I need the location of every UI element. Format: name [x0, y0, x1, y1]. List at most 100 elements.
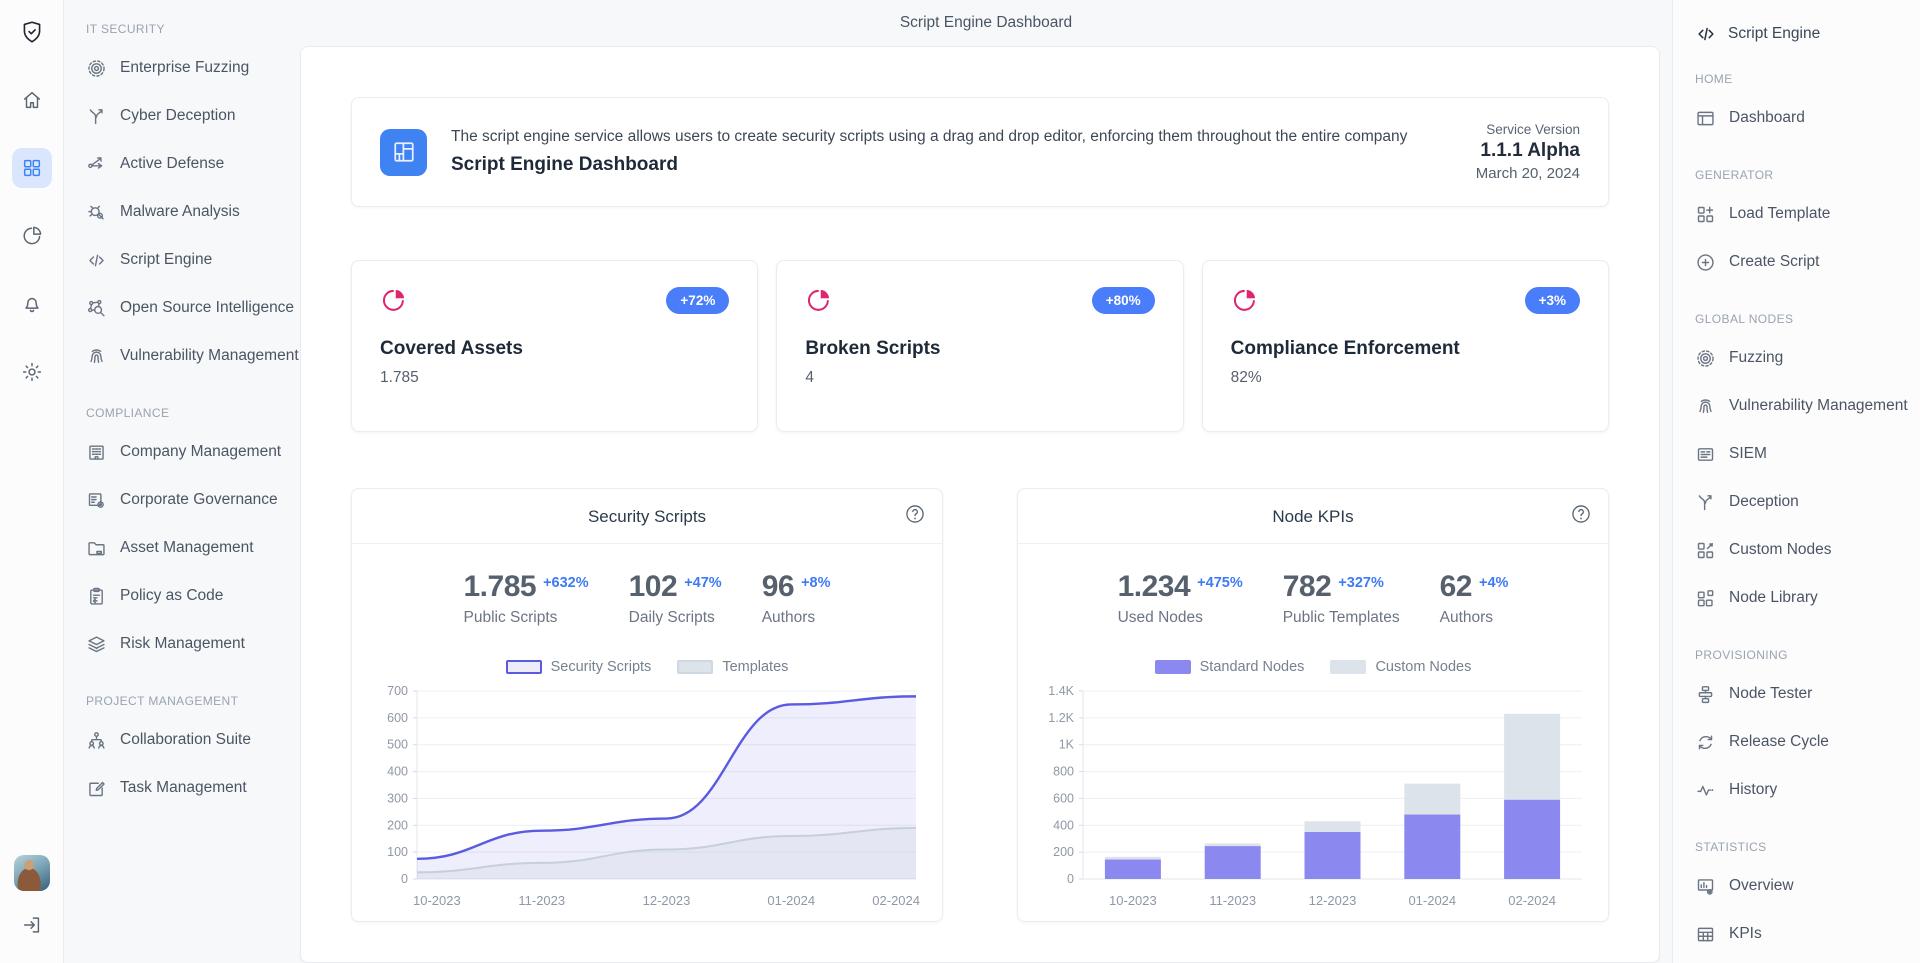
sidebar-item-label: Malware Analysis [120, 203, 240, 221]
user-avatar[interactable] [14, 855, 50, 891]
svg-text:1.2K: 1.2K [1048, 711, 1074, 725]
rail-settings-button[interactable] [12, 352, 52, 392]
svg-text:01-2024: 01-2024 [1408, 893, 1456, 908]
sidebar-item-task-management[interactable]: Task Management [86, 764, 290, 812]
charts-row: Security Scripts1.785+632%Public Scripts… [351, 488, 1609, 922]
stat-card: +80%Broken Scripts4 [776, 260, 1183, 432]
info-title: Script Engine Dashboard [451, 154, 1452, 176]
sidebar-item-script-engine[interactable]: Script Engine [86, 236, 290, 284]
sidebar-item-open-source-intelligence[interactable]: Open Source Intelligence [86, 284, 290, 332]
chart-stat: 782+327%Public Templates [1283, 570, 1400, 627]
svg-text:200: 200 [1053, 845, 1074, 859]
bug-search-icon [86, 202, 107, 223]
rail-logo-button[interactable] [12, 12, 52, 52]
clipboard-icon [86, 586, 107, 607]
rightbar-item-overview[interactable]: Overview [1695, 862, 1912, 910]
grid-icon [21, 157, 43, 179]
stat-badge: +72% [666, 287, 729, 314]
sidebar-item-active-defense[interactable]: Active Defense [86, 140, 290, 188]
rightbar-item-label: Deception [1729, 493, 1799, 511]
rightbar-item-node-tester[interactable]: Node Tester [1695, 670, 1912, 718]
grid-edit-icon [1695, 540, 1716, 561]
branch-icon [1695, 492, 1716, 513]
stat-badge: +3% [1525, 287, 1580, 314]
sidebar-item-corporate-governance[interactable]: Corporate Governance [86, 476, 290, 524]
rightbar-item-vulnerability-management[interactable]: Vulnerability Management [1695, 382, 1912, 430]
rightbar-item-label: Dashboard [1729, 109, 1805, 127]
window-icon [1695, 108, 1716, 129]
dashboard-app-icon [380, 129, 427, 176]
legend-swatch [677, 660, 713, 674]
sidebar-item-asset-management[interactable]: Asset Management [86, 524, 290, 572]
sidebar-item-collaboration-suite[interactable]: Collaboration Suite [86, 716, 290, 764]
rightbar-item-kpis[interactable]: KPIs [1695, 910, 1912, 958]
info-card: The script engine service allows users t… [351, 97, 1609, 207]
rail-analytics-button[interactable] [12, 216, 52, 256]
logout-icon [21, 914, 43, 936]
building-icon [86, 442, 107, 463]
sidebar-item-enterprise-fuzzing[interactable]: Enterprise Fuzzing [86, 44, 290, 92]
logout-button[interactable] [12, 905, 52, 945]
svg-text:0: 0 [1067, 872, 1074, 886]
rightbar-item-load-template[interactable]: Load Template [1695, 190, 1912, 238]
sidebar-item-company-management[interactable]: Company Management [86, 428, 290, 476]
pie-chart-icon [380, 287, 407, 314]
rail-home-button[interactable] [12, 80, 52, 120]
chart-stats-row: 1.234+475%Used Nodes782+327%Public Templ… [1018, 570, 1608, 627]
sidebar-section-title: PROJECT MANAGEMENT [86, 694, 290, 708]
help-icon[interactable] [904, 503, 926, 525]
rightbar-item-dashboard[interactable]: Dashboard [1695, 94, 1912, 142]
rightbar-section-title: PROVISIONING [1695, 648, 1912, 662]
rightbar-item-custom-nodes[interactable]: Custom Nodes [1695, 526, 1912, 574]
rightbar-item-release-cycle[interactable]: Release Cycle [1695, 718, 1912, 766]
help-icon[interactable] [1570, 503, 1592, 525]
stat-card-top: +80% [805, 287, 1154, 314]
sidebar-item-label: Script Engine [120, 251, 212, 269]
target-icon [86, 58, 107, 79]
rightbar-item-siem[interactable]: SIEM [1695, 430, 1912, 478]
right-sidebar-nav: HOMEDashboardGENERATORLoad TemplateCreat… [1695, 72, 1912, 958]
chart-stat-line: 1.785+632% [463, 570, 588, 604]
chart-stat-label: Public Scripts [463, 609, 588, 627]
chart-stat: 102+47%Daily Scripts [629, 570, 722, 627]
chart-stat: 96+8%Authors [762, 570, 831, 627]
chart-stat-value: 782 [1283, 570, 1332, 604]
rightbar-item-label: KPIs [1729, 925, 1762, 943]
dashboard-panel: The script engine service allows users t… [300, 46, 1660, 963]
svg-text:100: 100 [387, 845, 408, 859]
sidebar-item-malware-analysis[interactable]: Malware Analysis [86, 188, 290, 236]
svg-text:10-2023: 10-2023 [413, 893, 461, 908]
sidebar-item-label: Collaboration Suite [120, 731, 251, 749]
rightbar-item-deception[interactable]: Deception [1695, 478, 1912, 526]
sidebar-item-risk-management[interactable]: Risk Management [86, 620, 290, 668]
sidebar-item-vulnerability-management[interactable]: Vulnerability Management [86, 332, 290, 380]
stat-card-title: Compliance Enforcement [1231, 338, 1580, 360]
shield-check-icon [19, 19, 45, 45]
sidebar-item-label: Enterprise Fuzzing [120, 59, 249, 77]
target-icon [1695, 348, 1716, 369]
legend-item: Standard Nodes [1155, 659, 1305, 675]
sidebar-item-policy-as-code[interactable]: Policy as Code [86, 572, 290, 620]
rightbar-item-create-script[interactable]: Create Script [1695, 238, 1912, 286]
board-gear-icon [1695, 876, 1716, 897]
sidebar-item-label: Vulnerability Management [120, 347, 299, 365]
chart-stat-delta: +4% [1479, 570, 1508, 591]
rail-notifications-button[interactable] [12, 284, 52, 324]
rightbar-item-fuzzing[interactable]: Fuzzing [1695, 334, 1912, 382]
code-icon [86, 250, 107, 271]
sidebar-item-cyber-deception[interactable]: Cyber Deception [86, 92, 290, 140]
legend-item: Custom Nodes [1330, 659, 1471, 675]
pipeline-icon [1695, 684, 1716, 705]
left-sidebar: IT SECURITYEnterprise FuzzingCyber Decep… [64, 0, 300, 963]
rail-bottom [12, 855, 52, 945]
chart-stat-line: 782+327% [1283, 570, 1400, 604]
svg-text:0: 0 [401, 872, 408, 886]
chart-stat: 62+4%Authors [1440, 570, 1509, 627]
chart-title: Node KPIs [1018, 507, 1608, 527]
rail-buttons [12, 12, 52, 392]
rightbar-item-history[interactable]: History [1695, 766, 1912, 814]
stat-card-title: Covered Assets [380, 338, 729, 360]
cycle-icon [1695, 732, 1716, 753]
rightbar-item-node-library[interactable]: Node Library [1695, 574, 1912, 622]
rail-apps-button[interactable] [12, 148, 52, 188]
